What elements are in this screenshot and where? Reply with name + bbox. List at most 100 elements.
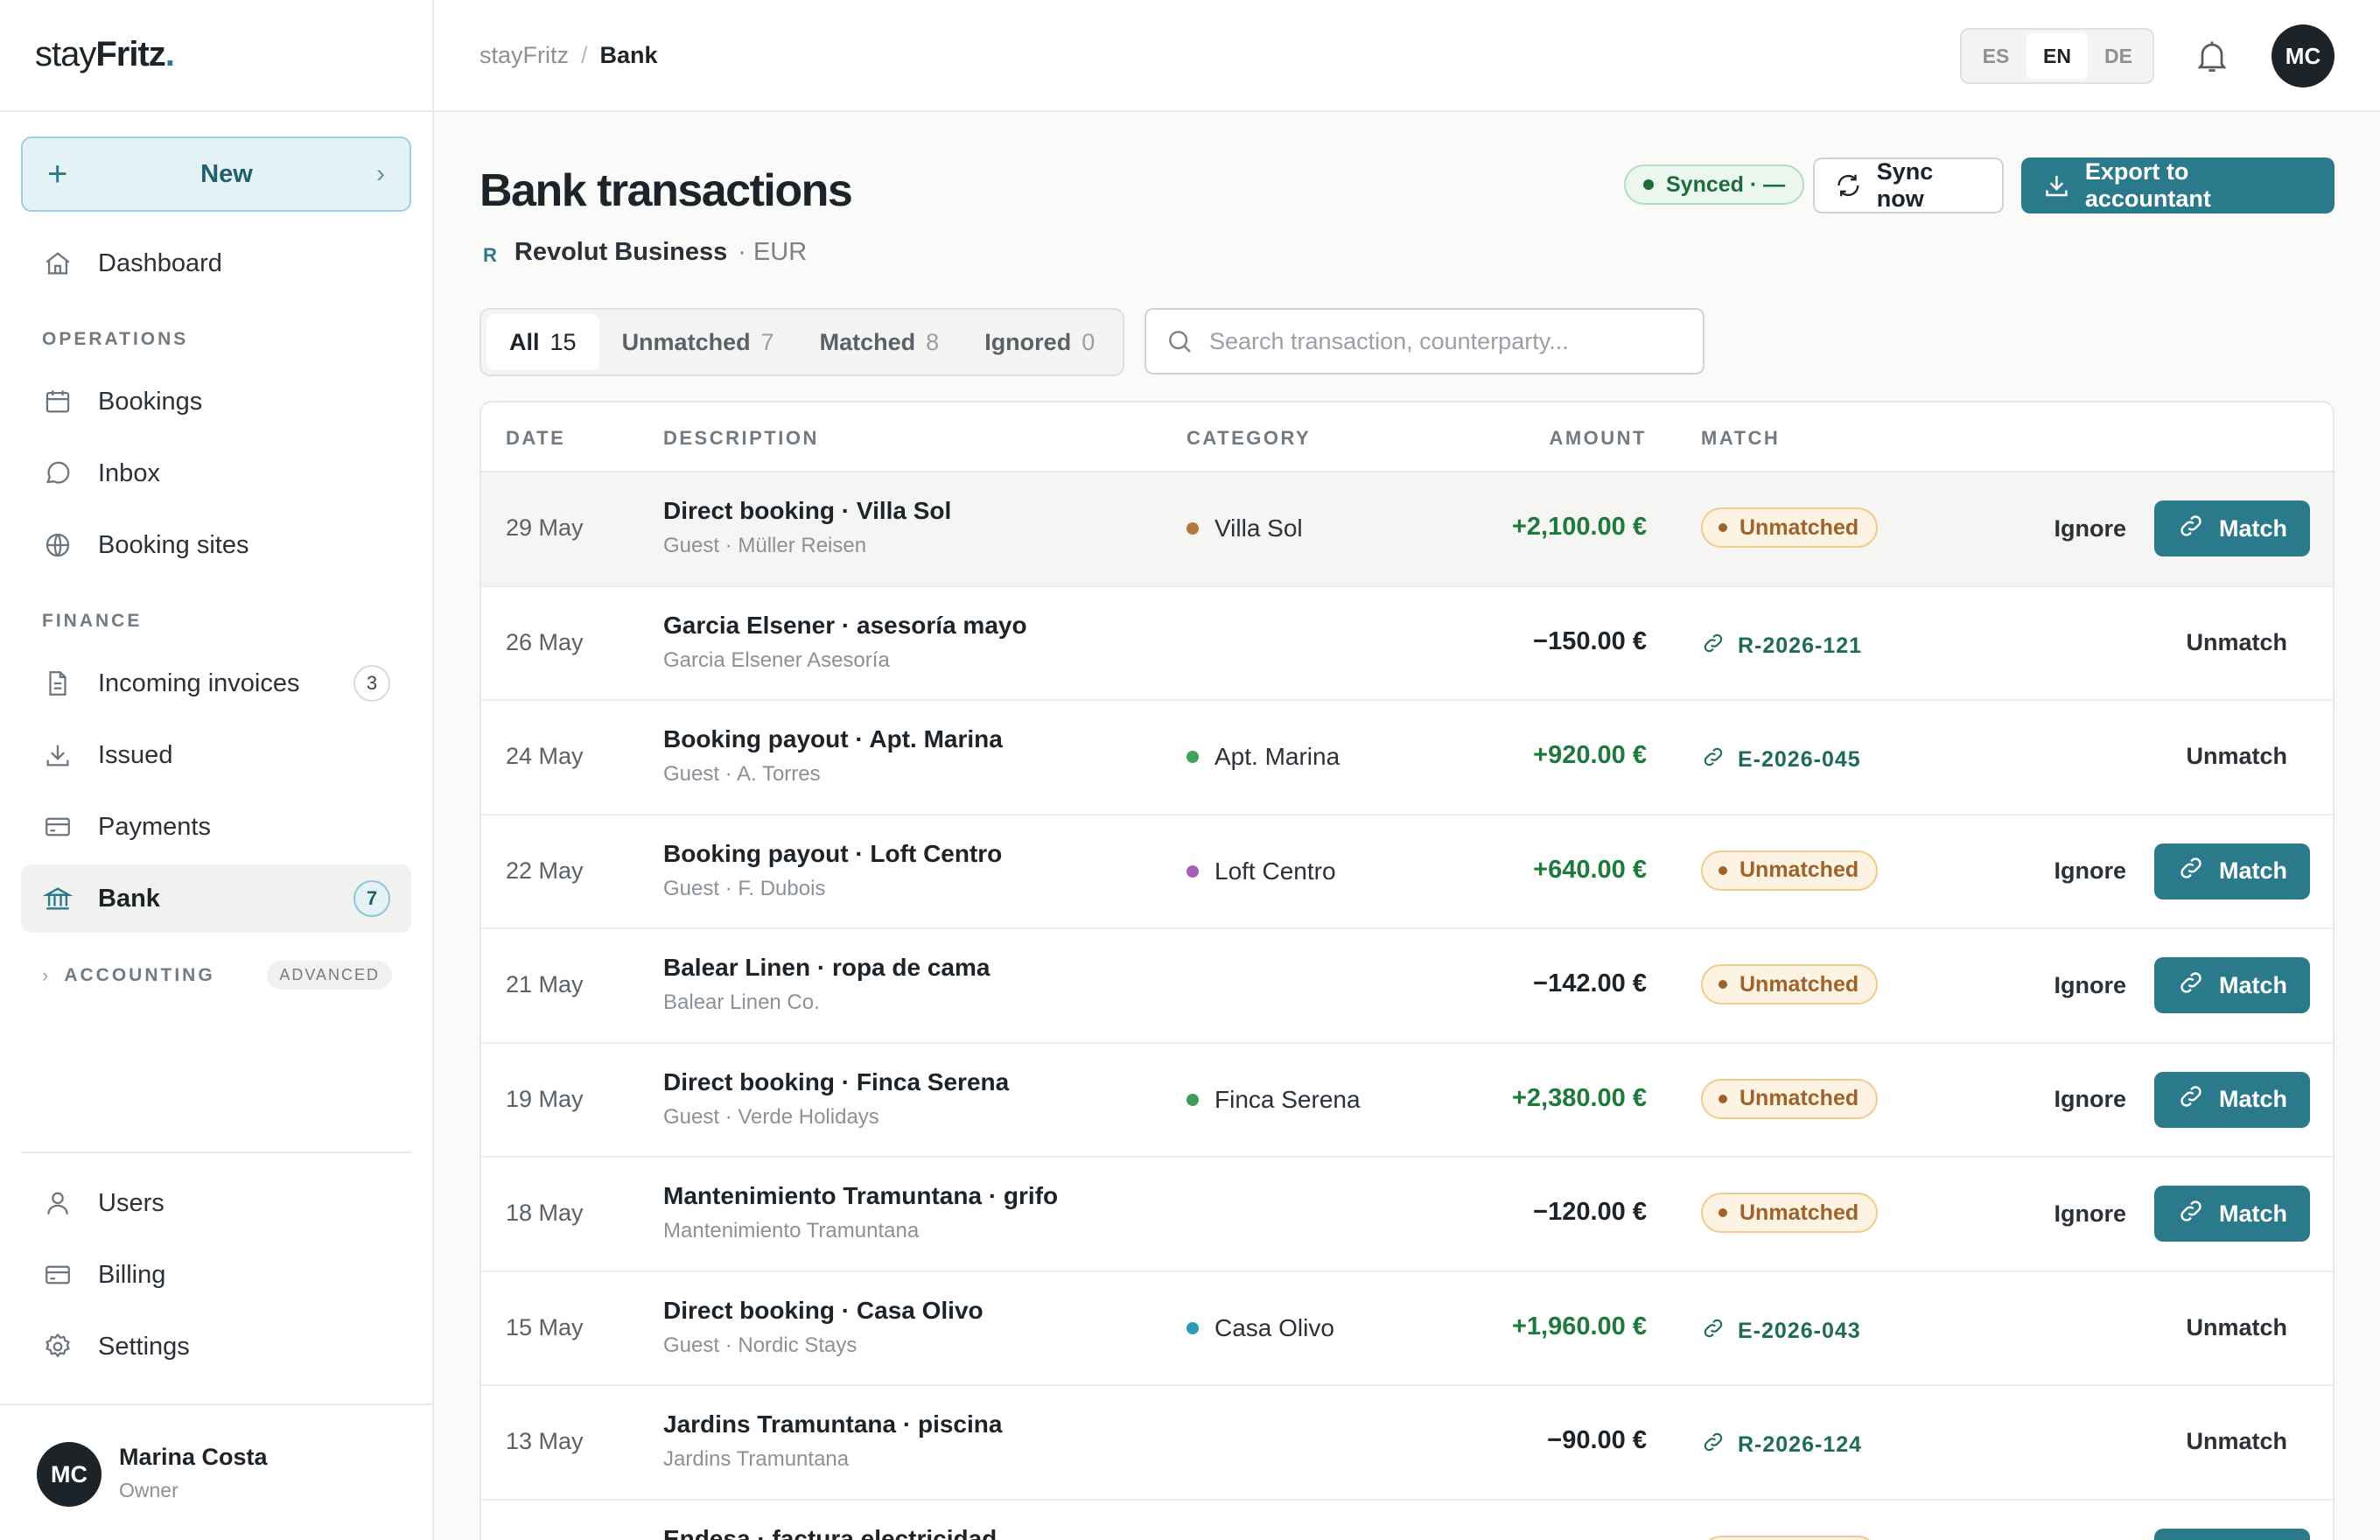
sidebar-item-billing[interactable]: Billing [21, 1241, 411, 1309]
sidebar-section-accounting[interactable]: › ACCOUNTING ADVANCED [42, 961, 392, 990]
sync-now-button[interactable]: Sync now [1813, 158, 2004, 214]
unmatch-button[interactable]: Unmatch [2186, 1428, 2287, 1455]
bell-icon[interactable] [2193, 35, 2231, 77]
app-logo[interactable]: stayFritz. [35, 35, 175, 74]
table-row[interactable]: 22 May Booking payout · Loft Centro Guest … [481, 816, 2333, 929]
row-description: Booking payout · Loft Centro Guest · F. D… [663, 840, 1002, 901]
language-option-es[interactable]: ES [1965, 32, 2026, 80]
category-label: Finca Serena [1214, 1085, 1361, 1113]
tab-all[interactable]: All 15 [486, 314, 599, 370]
category-dot-icon [1186, 1321, 1199, 1334]
table-row[interactable]: 15 May Direct booking · Casa Olivo Guest ·… [481, 1272, 2333, 1386]
row-amount: −142.00 € [1533, 970, 1647, 998]
new-button-label: New [200, 159, 253, 188]
table-row[interactable]: 18 May Mantenimiento Tramuntana · grifo Ma… [481, 1158, 2333, 1272]
sidebar-item-bank[interactable]: Bank 7 [21, 864, 411, 933]
link-icon [1701, 745, 1738, 775]
link-icon [2177, 854, 2219, 888]
row-description: Booking payout · Apt. Marina Guest · A. T… [663, 725, 1003, 787]
status-badge: Unmatched [1701, 1193, 1879, 1233]
tab-unmatched[interactable]: Unmatched 7 [599, 314, 797, 370]
sidebar-divider [0, 110, 432, 112]
unmatch-button[interactable]: Unmatch [2186, 743, 2287, 770]
breadcrumb-root[interactable]: stayFritz [480, 42, 569, 69]
row-actions: Ignore Match [2054, 957, 2310, 1013]
avatar[interactable]: MC [2272, 24, 2334, 88]
ignore-button[interactable]: Ignore [2054, 972, 2126, 999]
sidebar-item-booking-sites[interactable]: Booking sites [21, 511, 411, 579]
table-row[interactable]: 19 May Direct booking · Finca Serena Guest… [481, 1044, 2333, 1158]
ignore-button[interactable]: Ignore [2054, 1086, 2126, 1113]
match-reference[interactable]: E-2026-045 [1701, 745, 1861, 775]
column-header-amount[interactable]: AMOUNT [1549, 427, 1647, 450]
row-description: Direct booking · Finca Serena Guest · Ver… [663, 1068, 1009, 1130]
language-option-de[interactable]: DE [2088, 32, 2149, 80]
sidebar-item-users[interactable]: Users [21, 1169, 411, 1237]
row-date: 26 May [506, 628, 584, 655]
row-title: Direct booking · Casa Olivo [663, 1296, 984, 1324]
export-to-accountant-button[interactable]: Export to accountant [2021, 158, 2334, 214]
match-reference[interactable]: R-2026-124 [1701, 1430, 1862, 1460]
match-reference[interactable]: E-2026-043 [1701, 1316, 1861, 1347]
table-row[interactable]: 24 May Booking payout · Apt. Marina Guest … [481, 701, 2333, 816]
sidebar-item-settings[interactable]: Settings [21, 1312, 411, 1381]
match-button[interactable]: Match [2154, 1071, 2310, 1128]
row-match: Unmatched [1701, 1535, 1879, 1540]
row-subtitle: Guest · A. Torres [663, 762, 821, 786]
search-input[interactable] [1209, 327, 1684, 355]
unmatch-button[interactable]: Unmatch [2186, 1314, 2287, 1341]
row-subtitle: Jardins Tramuntana [663, 1447, 850, 1471]
status-badge: Unmatched [1701, 850, 1879, 891]
table-header: DATE DESCRIPTION CATEGORY AMOUNT MATCH [481, 402, 2333, 472]
refresh-icon [1838, 174, 1859, 197]
ignore-button[interactable]: Ignore [2054, 1200, 2126, 1228]
sync-now-label: Sync now [1876, 158, 1934, 212]
row-actions: IgnoreMatch [2054, 1528, 2310, 1540]
status-badge: Unmatched [1701, 964, 1879, 1004]
export-label: Export to accountant [2084, 158, 2211, 212]
row-amount: +2,100.00 € [1511, 513, 1647, 541]
table-row[interactable]: 26 May Garcia Elsener · asesoría mayo Garc… [481, 587, 2333, 701]
table-row[interactable]: Endesa · factura electricidad Unmatched Ig… [481, 1501, 2333, 1540]
section-label-accounting: ACCOUNTING [64, 964, 215, 985]
tab-matched[interactable]: Matched 8 [797, 314, 962, 370]
avatar[interactable]: MC [37, 1442, 102, 1507]
tab-ignored[interactable]: Ignored 0 [962, 314, 1117, 370]
table-row[interactable]: 13 May Jardins Tramuntana · piscina Jardin… [481, 1386, 2333, 1501]
table-row[interactable]: 29 May Direct booking · Villa Sol Guest · … [481, 472, 2333, 587]
chat-bubble-icon [42, 458, 74, 489]
status-dot-icon [1718, 980, 1727, 989]
sidebar-item-issued[interactable]: Issued [21, 721, 411, 789]
row-category: Finca Serena [1186, 1086, 1361, 1114]
ignore-button[interactable]: Ignore [2054, 515, 2126, 542]
column-header-date[interactable]: DATE [506, 427, 565, 450]
column-header-category[interactable]: CATEGORY [1186, 427, 1311, 450]
match-button[interactable]: Match [2154, 957, 2310, 1013]
row-actions: Unmatch [2186, 615, 2310, 656]
match-reference[interactable]: R-2026-121 [1701, 631, 1862, 662]
table-body: 29 May Direct booking · Villa Sol Guest · … [481, 472, 2333, 1540]
sidebar-item-payments[interactable]: Payments [21, 793, 411, 861]
bank-name: Revolut Business [514, 238, 728, 266]
row-subtitle: Guest · F. Dubois [663, 876, 826, 900]
sidebar-item-label: Booking sites [98, 530, 249, 559]
new-button[interactable]: + New › [21, 136, 411, 212]
language-option-en[interactable]: EN [2026, 32, 2088, 80]
unmatch-button[interactable]: Unmatch [2186, 629, 2287, 656]
column-header-match[interactable]: MATCH [1701, 427, 1780, 450]
plus-icon: + [47, 155, 68, 193]
match-button[interactable]: Match [2154, 843, 2310, 900]
table-row[interactable]: 21 May Balear Linen · ropa de cama Balear … [481, 929, 2333, 1044]
match-button[interactable]: Match [2154, 1528, 2310, 1540]
row-subtitle: Guest · Nordic Stays [663, 1333, 858, 1357]
match-button[interactable]: Match [2154, 1186, 2310, 1242]
sidebar-item-dashboard[interactable]: Dashboard [21, 229, 411, 298]
sidebar-item-incoming-invoices[interactable]: Incoming invoices 3 [21, 649, 411, 718]
column-header-description[interactable]: DESCRIPTION [663, 427, 819, 450]
sidebar-item-inbox[interactable]: Inbox [21, 439, 411, 508]
sidebar-item-bookings[interactable]: Bookings [21, 368, 411, 436]
row-match: E-2026-043 [1701, 1307, 1861, 1347]
ignore-button[interactable]: Ignore [2054, 858, 2126, 885]
user-name: Marina Costa [119, 1444, 268, 1470]
match-button[interactable]: Match [2154, 500, 2310, 556]
